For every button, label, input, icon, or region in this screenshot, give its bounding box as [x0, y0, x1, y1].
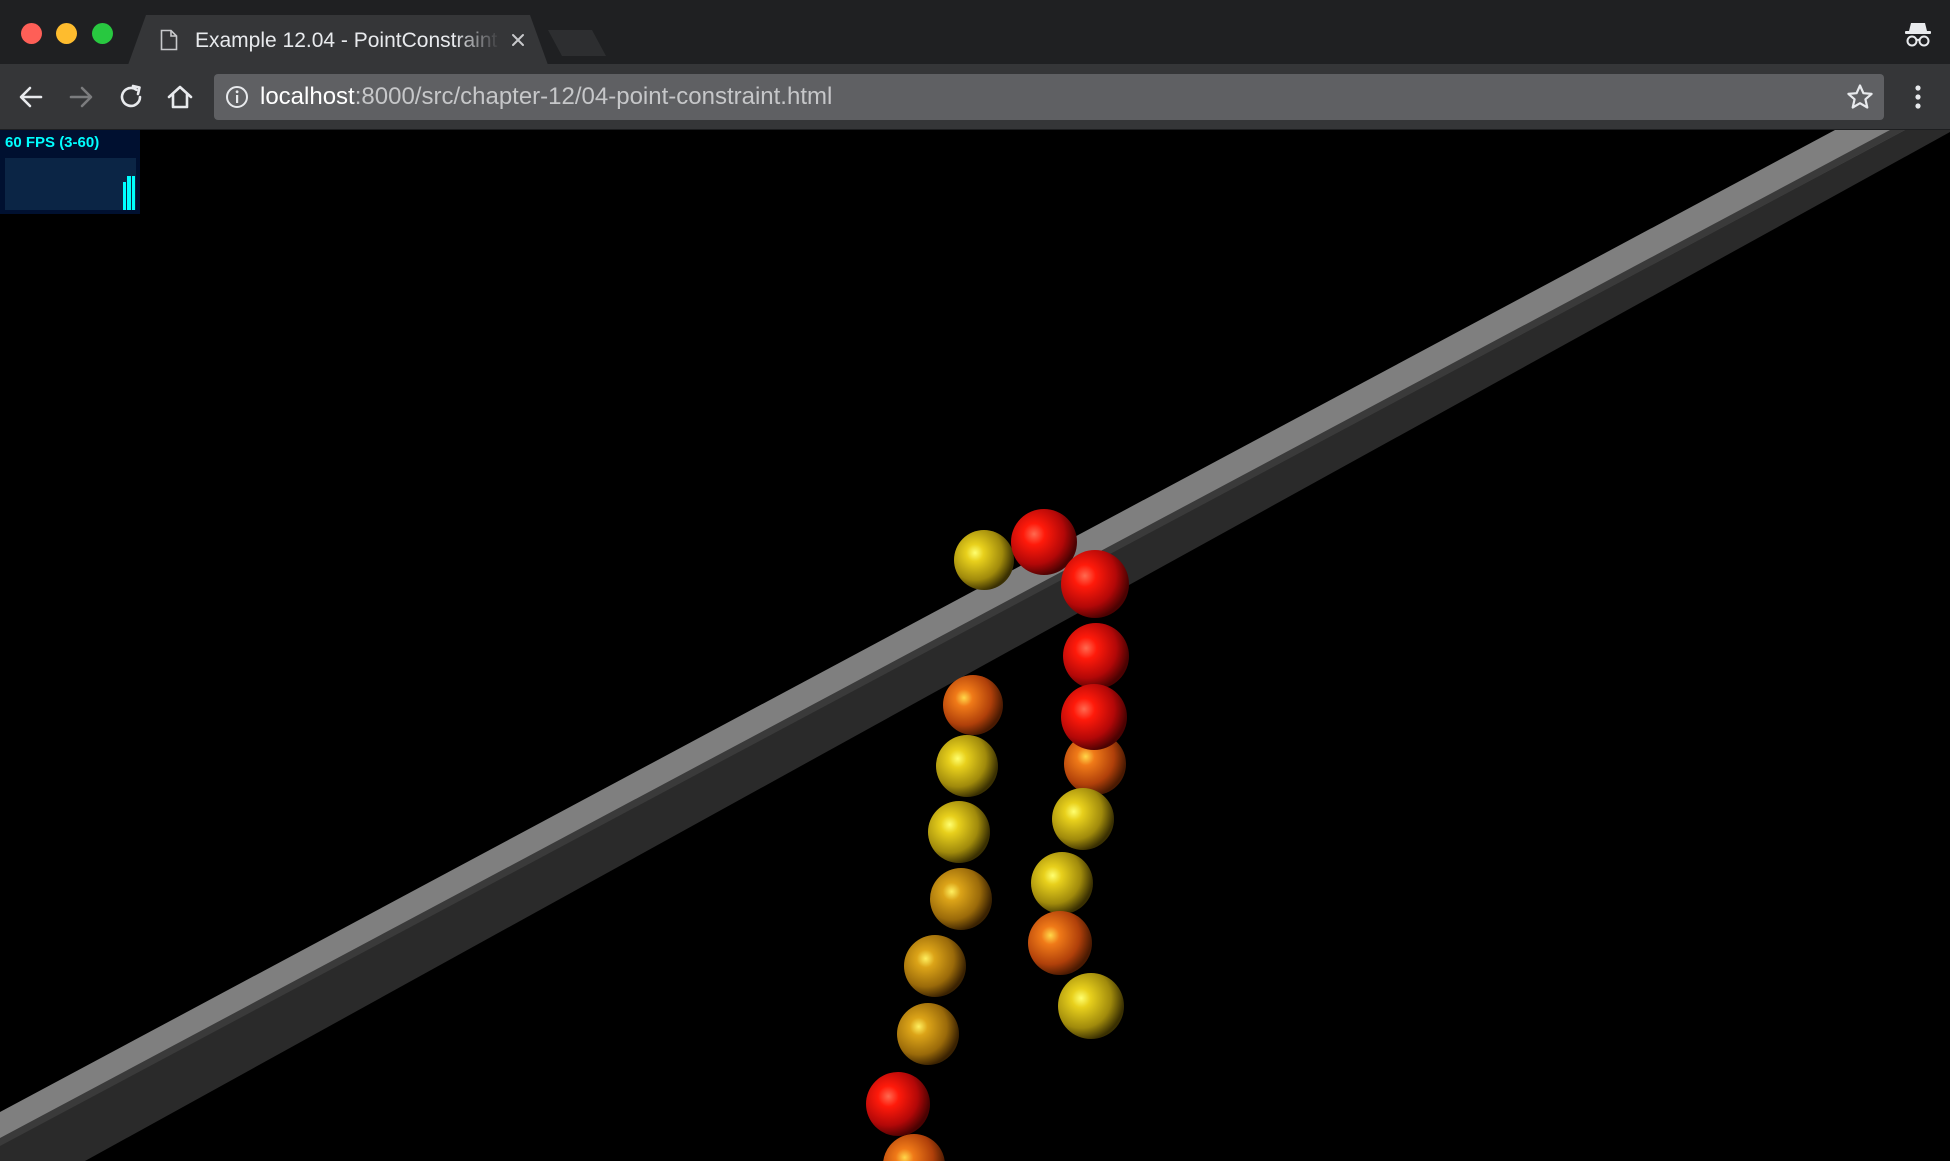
url-path: :8000/src/chapter-12/04-point-constraint…: [354, 83, 833, 110]
url-text[interactable]: localhost:8000/src/chapter-12/04-point-c…: [260, 84, 832, 110]
address-bar[interactable]: localhost:8000/src/chapter-12/04-point-c…: [214, 74, 1884, 120]
new-tab-button[interactable]: [548, 30, 606, 56]
star-icon[interactable]: [1846, 83, 1874, 111]
window-maximize-button[interactable]: [92, 23, 113, 44]
sphere: [1063, 623, 1129, 689]
sphere: [1028, 911, 1092, 975]
sphere: [904, 935, 966, 997]
url-host: localhost: [260, 83, 355, 110]
fps-graph-bar: [123, 182, 126, 210]
webgl-canvas[interactable]: [0, 130, 1950, 1161]
fps-graph-bar: [132, 176, 135, 210]
tab-strip: Example 12.04 - PointConstraint: [0, 0, 1950, 65]
sphere: [1052, 788, 1114, 850]
sphere: [936, 735, 998, 797]
document-icon: [160, 29, 178, 51]
fps-graph: [5, 158, 136, 210]
sphere: [954, 530, 1014, 590]
bar-shadow: [0, 130, 1905, 1146]
sphere: [897, 1003, 959, 1065]
tab-active[interactable]: Example 12.04 - PointConstraint: [128, 15, 548, 65]
sphere: [928, 801, 990, 863]
fps-graph-bar: [127, 176, 131, 210]
home-icon[interactable]: [164, 81, 196, 113]
kebab-menu-icon[interactable]: [1906, 81, 1930, 113]
fps-label: 60 FPS (3-60): [5, 134, 100, 151]
tab-title: Example 12.04 - PointConstraint: [195, 29, 498, 52]
browser-toolbar: localhost:8000/src/chapter-12/04-point-c…: [0, 64, 1950, 130]
sphere: [1031, 852, 1093, 914]
page-viewport[interactable]: 60 FPS (3-60): [0, 130, 1950, 1161]
back-arrow-icon[interactable]: [15, 81, 47, 113]
forward-arrow-icon[interactable]: [65, 81, 97, 113]
sphere: [943, 675, 1003, 735]
sphere: [1061, 684, 1127, 750]
window-minimize-button[interactable]: [56, 23, 77, 44]
sphere: [883, 1134, 945, 1161]
reload-icon[interactable]: [115, 81, 147, 113]
sphere: [1061, 550, 1129, 618]
incognito-icon: [1905, 23, 1931, 47]
sphere: [1058, 973, 1124, 1039]
info-icon[interactable]: [225, 85, 249, 109]
window-close-button[interactable]: [21, 23, 42, 44]
sphere: [866, 1072, 930, 1136]
close-icon[interactable]: [508, 30, 528, 50]
fps-stats-panel[interactable]: 60 FPS (3-60): [0, 130, 140, 214]
bar-side-face: [0, 130, 1950, 1161]
browser-window: Example 12.04 - PointConstraint localhos…: [0, 0, 1950, 1161]
sphere: [930, 868, 992, 930]
